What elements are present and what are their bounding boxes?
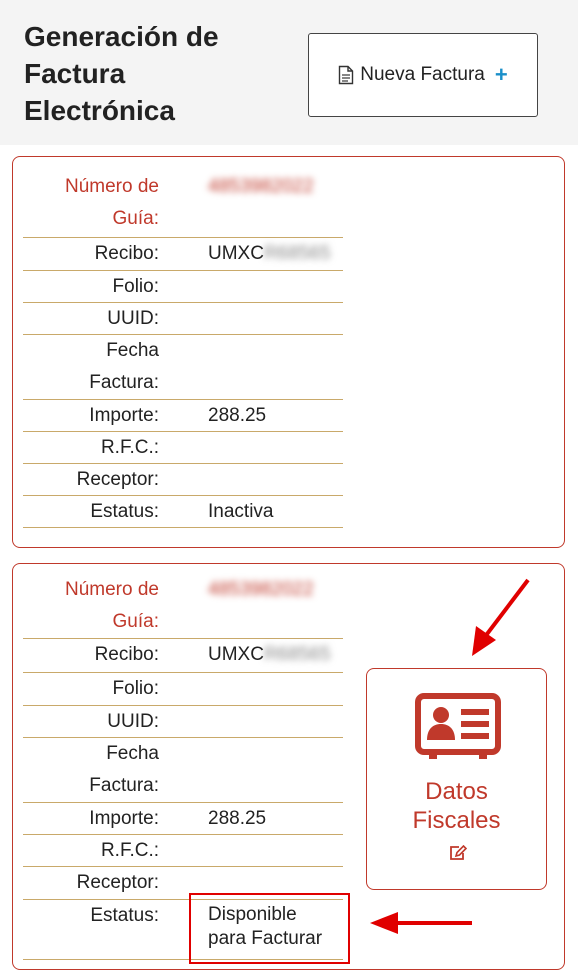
arrow-left-annotation xyxy=(370,912,472,934)
row-fecha-factura: Fecha Factura: xyxy=(23,335,343,400)
numero-guia-value: 4853982022 xyxy=(208,176,314,197)
id-card-icon xyxy=(415,693,501,759)
label-estatus: Estatus: xyxy=(90,501,159,522)
label-recibo: Recibo: xyxy=(94,243,159,264)
edit-icon xyxy=(450,845,467,860)
recibo-prefix: UMXC xyxy=(208,644,264,665)
new-invoice-label: Nueva Factura xyxy=(360,64,485,85)
label-guia-line2: Guía: xyxy=(112,611,159,632)
recibo-redacted: R68565 xyxy=(263,243,331,264)
page-title: Generación de Factura Electrónica xyxy=(24,21,219,126)
row-rfc: R.F.C.: xyxy=(23,835,343,867)
row-numero-guia: Número de Guía: 4853982022 xyxy=(23,574,343,639)
new-invoice-button[interactable]: Nueva Factura + xyxy=(308,33,538,117)
label-guia-line1: Número de xyxy=(65,579,159,600)
row-uuid: UUID: xyxy=(23,303,343,335)
label-folio: Folio: xyxy=(112,678,159,699)
label-fecha-line2: Factura: xyxy=(89,775,159,796)
importe-value: 288.25 xyxy=(208,808,267,829)
label-guia-line1: Número de xyxy=(65,176,159,197)
datos-fiscales-label: Datos Fiscales xyxy=(367,777,546,835)
row-fecha-factura: Fecha Factura: xyxy=(23,738,343,803)
label-uuid: UUID: xyxy=(107,711,159,732)
page-header: Generación de Factura Electrónica Nueva … xyxy=(0,0,578,145)
status-highlight-box xyxy=(189,893,350,964)
recibo-prefix: UMXC xyxy=(208,243,264,264)
label-fecha-line1: Fecha xyxy=(106,340,159,361)
invoice-card-1: Número de Guía: 4853982022 Recibo: UMXCR… xyxy=(12,156,565,548)
row-recibo: Recibo: UMXCR68565 xyxy=(23,639,343,673)
row-recibo: Recibo: UMXCR68565 xyxy=(23,238,343,271)
plus-icon: + xyxy=(494,62,508,87)
row-folio: Folio: xyxy=(23,271,343,303)
label-estatus: Estatus: xyxy=(90,905,159,926)
recibo-value: UMXCR68565 xyxy=(208,238,331,270)
label-recibo: Recibo: xyxy=(94,644,159,665)
datos-fiscales-line2: Fiscales xyxy=(412,807,501,834)
label-uuid: UUID: xyxy=(107,308,159,329)
label-receptor: Receptor: xyxy=(76,872,159,893)
row-importe: Importe: 288.25 xyxy=(23,400,343,432)
recibo-value: UMXCR68565 xyxy=(208,639,331,671)
row-uuid: UUID: xyxy=(23,706,343,738)
label-fecha-line2: Factura: xyxy=(89,372,159,393)
row-folio: Folio: xyxy=(23,673,343,706)
row-rfc: R.F.C.: xyxy=(23,432,343,464)
recibo-redacted: R68565 xyxy=(263,644,331,665)
label-rfc: R.F.C.: xyxy=(100,437,159,458)
row-importe: Importe: 288.25 xyxy=(23,803,343,835)
numero-guia-value: 4853982022 xyxy=(208,579,314,600)
datos-fiscales-button[interactable]: Datos Fiscales xyxy=(366,668,547,890)
document-icon xyxy=(339,65,354,85)
row-estatus: Estatus: Inactiva xyxy=(23,496,343,528)
importe-value: 288.25 xyxy=(208,405,267,426)
label-guia-line2: Guía: xyxy=(112,208,159,229)
label-rfc: R.F.C.: xyxy=(100,840,159,861)
estatus-value: Inactiva xyxy=(208,501,274,522)
label-receptor: Receptor: xyxy=(76,469,159,490)
row-receptor: Receptor: xyxy=(23,464,343,496)
arrow-down-left-annotation xyxy=(472,578,530,656)
label-importe: Importe: xyxy=(89,405,159,426)
label-folio: Folio: xyxy=(112,276,159,297)
label-importe: Importe: xyxy=(89,808,159,829)
label-fecha-line1: Fecha xyxy=(106,743,159,764)
datos-fiscales-line1: Datos xyxy=(425,778,488,805)
row-numero-guia: Número de Guía: 4853982022 xyxy=(23,171,343,238)
